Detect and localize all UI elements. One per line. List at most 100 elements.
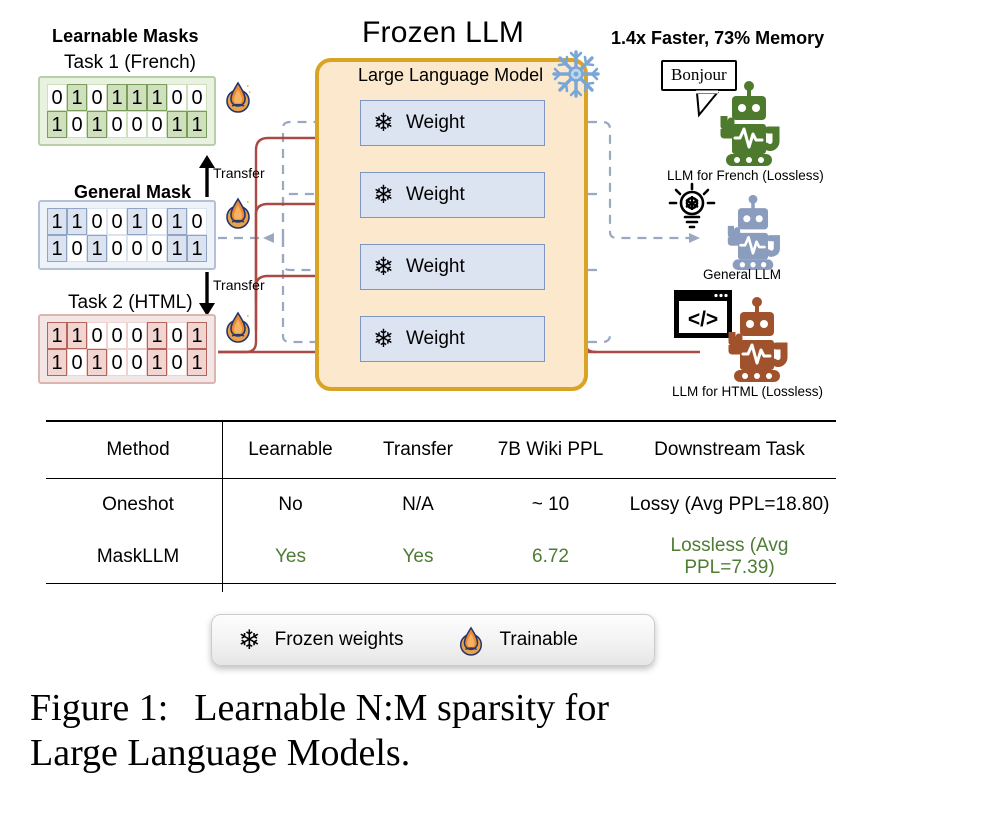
caption-prefix: Figure 1:: [30, 687, 169, 729]
arrow-general-in: [263, 233, 274, 243]
mask-cell: 1: [67, 208, 87, 235]
mask-cell: 1: [187, 322, 207, 349]
mask-cell: 0: [107, 111, 127, 138]
snowflake-icon: ❄: [373, 180, 394, 209]
mask-cell: 1: [47, 349, 67, 376]
cell-ppl: ~ 10: [478, 478, 623, 531]
mask-cell: 0: [187, 84, 207, 111]
robot-icon-french: [720, 81, 780, 166]
task1-label: Task 1 (French): [64, 52, 196, 73]
flame-icon: [460, 625, 483, 656]
mask-cell: 0: [107, 208, 127, 235]
mask-cell: 1: [167, 208, 187, 235]
caption-line1-rest: Learnable N:M sparsity for: [194, 687, 609, 729]
learnable-masks-heading: Learnable Masks: [52, 26, 199, 46]
snowflake-icon: ❄: [373, 324, 394, 353]
figure-root: Learnable Masks Task 1 (French) 0 1 0 1 …: [0, 0, 994, 840]
col-header-downstream: Downstream Task: [623, 420, 836, 479]
speed-memory-note: 1.4x Faster, 73% Memory: [611, 28, 825, 48]
robot-label-french: LLM for French (Lossless): [667, 168, 824, 183]
mask-cell: 0: [67, 111, 87, 138]
mask-cell: 0: [147, 235, 167, 262]
mask-cell: 1: [147, 349, 167, 376]
results-table: Method Learnable Transfer 7B Wiki PPL Do…: [46, 420, 836, 592]
task1-mask-grid[interactable]: 0 1 0 1 1 1 0 0 1 0 1 0 0 0 1 1: [38, 76, 216, 146]
task1-mask-row-0: 0 1 0 1 1 1 0 0: [47, 84, 207, 111]
cell-downstream: Lossless (Avg PPL=7.39): [670, 535, 789, 578]
mask-cell: 1: [87, 111, 107, 138]
arrow-general: [689, 233, 700, 243]
robot-icon-general: [727, 194, 780, 270]
mask-cell: 1: [127, 84, 147, 111]
mask-cell: 0: [67, 235, 87, 262]
mask-cell: 1: [47, 235, 67, 262]
task2-mask-row-0: 1 1 0 0 0 1 0 1: [47, 322, 207, 349]
cell-downstream: Lossy (Avg PPL=18.80): [623, 478, 836, 531]
mask-cell: 0: [167, 84, 187, 111]
caption-line2: Large Language Models.: [30, 731, 411, 774]
cell-learnable: Yes: [222, 531, 358, 584]
weight-label: Weight: [405, 184, 465, 205]
robot-label-html: LLM for HTML (Lossless): [672, 384, 824, 399]
mask-cell: 0: [107, 322, 127, 349]
transfer-label-down: Transfer: [213, 277, 265, 293]
mask-cell: 1: [47, 111, 67, 138]
mask-cell: 1: [167, 235, 187, 262]
task2-mask-grid[interactable]: 1 1 0 0 0 1 0 1 1 0 1 0 0 1 0 1: [38, 314, 216, 384]
cell-ppl: 6.72: [532, 546, 569, 567]
mask-cell: 0: [167, 349, 187, 376]
cell-transfer: Yes: [402, 546, 434, 567]
table-header-row: Method Learnable Transfer 7B Wiki PPL Do…: [46, 420, 836, 479]
col-header-ppl: 7B Wiki PPL: [478, 420, 623, 479]
mask-cell: 1: [167, 111, 187, 138]
figure-caption: Figure 1: Learnable N:M sparsity for Lar…: [30, 686, 910, 776]
mask-cell: 0: [147, 111, 167, 138]
cell-learnable: No: [222, 478, 358, 531]
mask-cell: 0: [107, 349, 127, 376]
transfer-label-up: Transfer: [213, 165, 265, 181]
table-bottom-rule: [46, 583, 836, 592]
cell-method: MaskLLM: [96, 546, 180, 567]
mask-cell: 1: [147, 84, 167, 111]
table-row: MaskLLM Yes Yes 6.72 Lossless (Avg PPL=7…: [46, 531, 836, 584]
col-header-method: Method: [46, 420, 223, 479]
snowflake-icon: ❄: [373, 108, 394, 137]
flame-icon: [226, 81, 251, 113]
mask-cell: 1: [67, 84, 87, 111]
mask-cell: 1: [47, 208, 67, 235]
mask-cell: 0: [127, 111, 147, 138]
mask-cell: 0: [67, 349, 87, 376]
cell-transfer: N/A: [358, 478, 478, 531]
mask-cell: 0: [127, 349, 147, 376]
general-mask-grid[interactable]: 1 1 0 0 1 0 1 0 1 0 1 0 0 0 1 1: [38, 200, 216, 270]
mask-cell: 1: [127, 208, 147, 235]
robot-icon-html: [728, 297, 788, 382]
legend-frozen-label: Frozen weights: [274, 629, 404, 650]
col-header-transfer: Transfer: [358, 420, 478, 479]
task2-label: Task 2 (HTML): [68, 292, 193, 313]
mask-cell: 1: [47, 322, 67, 349]
legend-box: ❄ Frozen weights Trainable: [211, 614, 655, 666]
mask-cell: 0: [47, 84, 67, 111]
llm-inner-title: Large Language Model: [358, 65, 544, 85]
mask-cell: 0: [87, 208, 107, 235]
mask-cell: 1: [87, 349, 107, 376]
weight-block-2[interactable]: ❄ Weight: [360, 244, 545, 290]
general-mask-row-0: 1 1 0 0 1 0 1 0: [47, 208, 207, 235]
weight-block-1[interactable]: ❄ Weight: [360, 172, 545, 218]
weight-label: Weight: [405, 328, 465, 349]
cell-method: Oneshot: [46, 478, 223, 531]
robot-label-general: General LLM: [703, 267, 782, 282]
mask-cell: 1: [107, 84, 127, 111]
mask-cell: 0: [147, 208, 167, 235]
lightbulb-icon: [668, 182, 716, 229]
flame-icon: [226, 311, 250, 343]
mask-cell: 1: [147, 322, 167, 349]
weight-label: Weight: [405, 112, 465, 133]
weight-block-3[interactable]: ❄ Weight: [360, 316, 545, 362]
task2-mask-row-1: 1 0 1 0 0 1 0 1: [47, 349, 207, 376]
col-header-learnable: Learnable: [222, 420, 358, 479]
weight-block-0[interactable]: ❄ Weight: [360, 100, 545, 146]
mask-cell: 0: [127, 322, 147, 349]
task1-mask-row-1: 1 0 1 0 0 0 1 1: [47, 111, 207, 138]
